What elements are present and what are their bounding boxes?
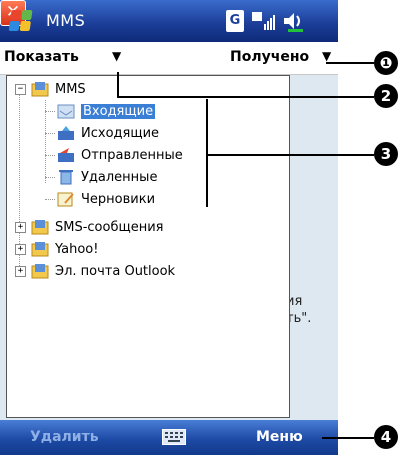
tree-node-label: Yahoo!	[55, 241, 99, 257]
callout-line	[206, 99, 208, 207]
sent-icon	[58, 148, 74, 162]
callout-line	[206, 154, 374, 156]
tree-node-outlook[interactable]: Эл. почта Outlook	[31, 260, 175, 282]
windows-flag-icon	[8, 10, 33, 32]
title-bar: MMS G ✕	[0, 0, 338, 42]
delete-softkey[interactable]: Удалить	[30, 429, 99, 445]
folder-sent[interactable]: Отправленные	[57, 144, 183, 166]
tree-node-label: Черновики	[81, 191, 156, 207]
folder-outbox[interactable]: Исходящие	[57, 122, 159, 144]
tree-node-mms[interactable]: MMS	[31, 78, 86, 100]
device-screen: MMS G ✕ Показать ▼ Получено ▼ ия ть".	[0, 0, 338, 455]
callout-marker: 4	[374, 425, 398, 449]
signal-strength-icon[interactable]	[252, 10, 276, 32]
filter-bar: Показать ▼ Получено ▼	[0, 42, 338, 75]
tree-node-label: Входящие	[81, 103, 156, 119]
deleted-icon	[59, 170, 73, 185]
keyboard-icon[interactable]	[162, 429, 186, 445]
expand-toggle[interactable]: +	[15, 244, 26, 255]
callout-line	[117, 72, 119, 98]
callout-line	[322, 437, 374, 439]
callout-line	[117, 96, 374, 98]
sort-by-menu[interactable]: Получено	[230, 49, 309, 65]
gprs-icon[interactable]: G	[226, 10, 244, 32]
tree-node-label: SMS-сообщения	[55, 219, 164, 235]
account-folder-icon	[31, 82, 49, 97]
chevron-down-icon[interactable]: ▼	[112, 49, 121, 63]
tree-node-label: MMS	[55, 81, 86, 97]
inbox-icon	[57, 104, 75, 119]
expand-toggle[interactable]: +	[15, 222, 26, 233]
folder-tree-dropdown[interactable]: − MMS Входящие Исходящие Отправленные Уд…	[6, 75, 290, 418]
chevron-down-icon[interactable]: ▼	[322, 49, 331, 63]
menu-softkey[interactable]: Меню	[256, 429, 303, 445]
volume-icon[interactable]	[282, 10, 304, 32]
collapse-toggle[interactable]: −	[15, 84, 26, 95]
tree-node-yahoo[interactable]: Yahoo!	[31, 238, 98, 260]
app-title: MMS	[46, 11, 86, 30]
tree-node-sms[interactable]: SMS-сообщения	[31, 216, 164, 238]
outbox-icon	[58, 126, 74, 140]
tree-node-label: Отправленные	[81, 147, 183, 163]
softkey-bar: Удалить Меню	[0, 420, 338, 455]
account-folder-icon	[31, 264, 49, 279]
expand-toggle[interactable]: +	[15, 266, 26, 277]
show-folder-menu[interactable]: Показать	[4, 49, 79, 65]
tree-node-label: Удаленные	[81, 169, 158, 185]
folder-drafts[interactable]: Черновики	[57, 188, 155, 210]
callout-marker: 3	[374, 142, 398, 166]
drafts-icon	[57, 192, 74, 207]
account-folder-icon	[31, 242, 49, 257]
callout-line	[326, 62, 374, 64]
tree-node-label: Исходящие	[81, 125, 160, 141]
account-folder-icon	[31, 220, 49, 235]
start-button[interactable]	[4, 6, 38, 36]
tree-node-label: Эл. почта Outlook	[55, 263, 176, 279]
folder-inbox[interactable]: Входящие	[57, 100, 156, 122]
folder-deleted[interactable]: Удаленные	[57, 166, 157, 188]
callout-marker: 2	[374, 84, 398, 108]
callout-marker: ❶	[374, 51, 398, 75]
